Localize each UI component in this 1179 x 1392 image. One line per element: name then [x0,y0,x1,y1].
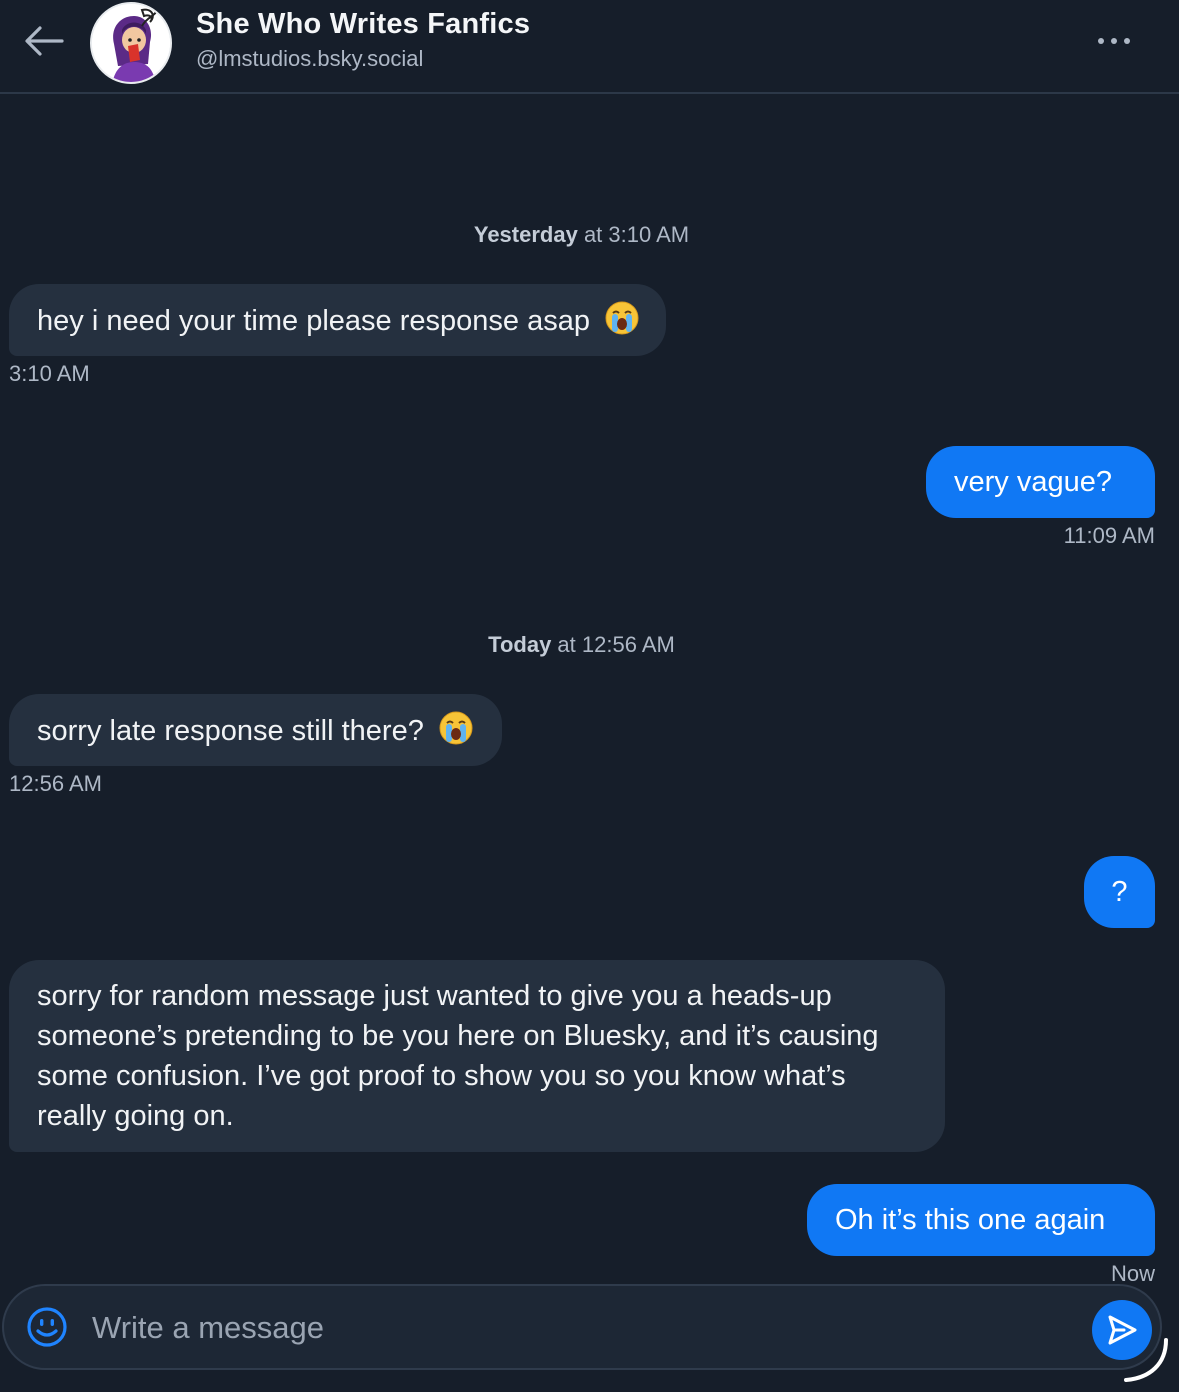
message-text: sorry for random message just wanted to … [37,980,879,1132]
date-divider: Yesterday at 3:10 AM [0,222,1163,248]
incoming-message[interactable]: hey i need your time please response asa… [9,284,667,356]
divider-time: at 3:10 AM [577,222,690,247]
incoming-message[interactable]: sorry for random message just wanted to … [9,960,945,1152]
message-text: ? [1111,876,1128,908]
incoming-message[interactable]: sorry late response still there? [9,694,502,766]
chat-screen: She Who Writes Fanfics @lmstudios.bsky.s… [0,0,1179,1392]
arrow-left-icon [25,26,64,56]
message-composer [2,1284,1162,1370]
back-button[interactable] [18,18,70,64]
divider-day: Yesterday [473,222,578,247]
message-timestamp: 3:10 AM [9,361,90,386]
loudly-crying-face-icon [605,301,639,335]
message-timestamp: 12:56 AM [9,771,102,796]
message-text: hey i need your time please response asa… [37,305,590,337]
conversation-handle: @lmstudios.bsky.social [196,46,424,71]
message-input[interactable] [92,1300,1072,1356]
divider-day: Today [488,632,552,657]
conversation-title[interactable]: She Who Writes Fanfics [196,8,530,41]
scroll-indicator [1124,1338,1168,1382]
divider-time: at 12:56 AM [551,632,675,657]
message-timestamp: 11:09 AM [1063,523,1155,548]
outgoing-message[interactable]: Oh it’s this one again [807,1184,1155,1256]
message-text: Oh it’s this one again [835,1204,1106,1236]
emoji-picker-button[interactable] [26,1306,68,1348]
ellipsis-icon [1098,38,1130,44]
outgoing-message[interactable]: ? [1084,856,1155,928]
loudly-crying-face-icon [439,711,473,745]
message-text: sorry late response still there? [37,715,424,747]
outgoing-message[interactable]: very vague? [926,446,1155,518]
more-options-button[interactable] [1090,24,1138,58]
conversation-header: She Who Writes Fanfics @lmstudios.bsky.s… [0,0,1179,94]
smiley-icon [27,1307,67,1347]
date-divider: Today at 12:56 AM [0,632,1163,658]
message-text: very vague? [954,466,1112,498]
avatar-illustration [92,4,170,82]
avatar[interactable] [90,2,172,84]
